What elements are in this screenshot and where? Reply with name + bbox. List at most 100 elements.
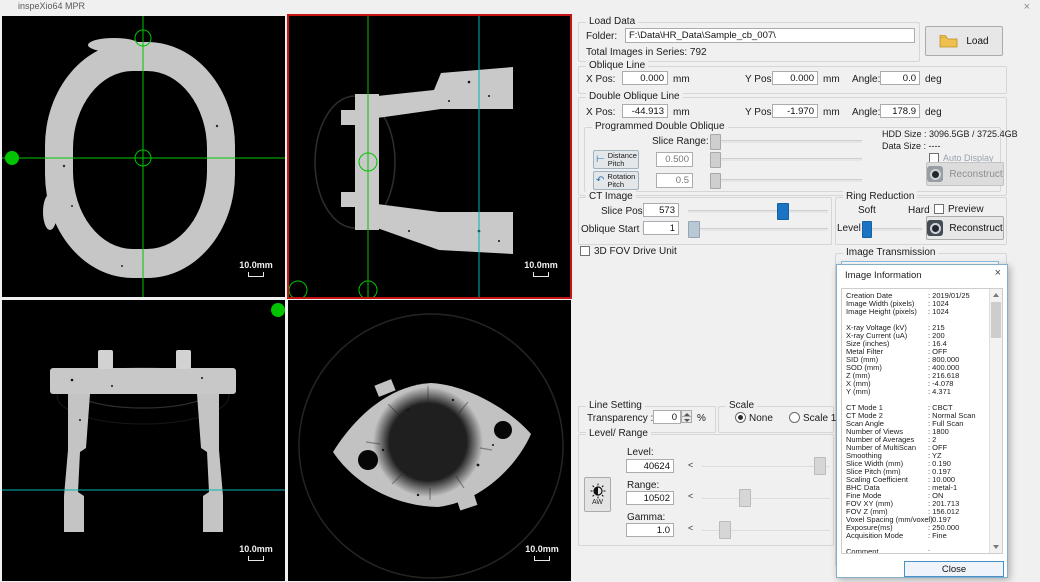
window-close-icon[interactable]: ×	[1024, 1, 1030, 13]
level-decrease-arrow[interactable]: <	[688, 460, 693, 470]
level-range-title: Level/ Range	[586, 428, 651, 439]
oblique-start-pos-slider[interactable]	[688, 228, 828, 231]
crosshair-handle-dot-icon	[271, 303, 285, 317]
oblique-angle-input[interactable]	[880, 71, 920, 85]
scale-none-radio[interactable]	[735, 412, 746, 423]
scrollbar-thumb[interactable]	[991, 302, 1001, 338]
image-transmission-title: Image Transmission	[843, 247, 938, 258]
image-information-dialog-title: Image Information	[845, 270, 922, 281]
slice-pos-label: Slice Pos.:	[601, 206, 648, 217]
range-slider[interactable]	[702, 498, 830, 499]
oblique-start-pos-input[interactable]	[643, 221, 679, 235]
distance-pitch-slider-handle[interactable]	[710, 152, 721, 168]
info-row: Acquisition Mode: Fine	[842, 532, 989, 540]
hdd-size-label: HDD Size : 3096.5GB / 3725.4GB	[882, 129, 1018, 139]
scale-bracket-icon	[248, 272, 264, 277]
contrast-sun-icon	[590, 483, 606, 499]
slice-range-label: Slice Range:	[652, 136, 709, 147]
slice-pos-slider-handle[interactable]	[777, 203, 789, 220]
auto-window-button[interactable]: AW	[584, 477, 611, 512]
transparency-spinner[interactable]	[681, 410, 692, 424]
range-decrease-arrow[interactable]: <	[688, 491, 693, 501]
scale-none-label: None	[749, 413, 773, 424]
window-title: inspeXio64 MPR	[18, 1, 85, 11]
double-oblique-y-unit: mm	[823, 107, 840, 118]
ring-reconstruct-button[interactable]: Reconstruct	[926, 216, 1004, 240]
double-oblique-angle-input[interactable]	[880, 104, 920, 118]
scroll-up-icon[interactable]	[990, 289, 1002, 301]
scroll-down-icon[interactable]	[990, 541, 1002, 553]
info-row: Y (mm): 4.371	[842, 388, 989, 396]
ct-image-group: CT Image	[578, 197, 832, 245]
range-input[interactable]	[626, 491, 674, 505]
ct-slice-axial-image	[2, 16, 285, 297]
double-oblique-x-input[interactable]	[622, 104, 668, 118]
reconstruct-icon	[927, 166, 943, 182]
ct-viewport-bottom-left[interactable]: 10.0mm	[2, 300, 285, 581]
transparency-label: Transparency :	[587, 413, 653, 424]
window-titlebar: inspeXio64 MPR ×	[0, 0, 1040, 14]
rotation-pitch-slider-handle[interactable]	[710, 173, 721, 189]
slice-range-slider-handle[interactable]	[710, 134, 721, 150]
scale-indicator: 10.0mm	[233, 260, 279, 277]
slice-pos-input[interactable]	[643, 203, 679, 217]
level-slider-handle[interactable]	[814, 457, 826, 475]
slice-range-slider[interactable]	[710, 140, 862, 143]
scale-indicator: 10.0mm	[518, 260, 564, 277]
ct-viewport-bottom-right[interactable]: 10.0mm	[288, 300, 571, 581]
folder-icon	[939, 34, 958, 48]
oblique-start-pos-slider-handle[interactable]	[688, 221, 700, 238]
ring-reduction-title: Ring Reduction	[843, 191, 917, 202]
load-button-label: Load	[966, 36, 988, 47]
info-row: Image Height (pixels): 1024	[842, 308, 989, 316]
range-slider-handle[interactable]	[739, 489, 751, 507]
ct-slice-front-image	[289, 16, 570, 297]
line-setting-title: Line Setting	[586, 400, 645, 411]
level-input[interactable]	[626, 459, 674, 473]
gamma-input[interactable]	[626, 523, 674, 537]
preview-checkbox[interactable]	[934, 204, 944, 214]
gamma-decrease-arrow[interactable]: <	[688, 523, 693, 533]
info-row-value: : 1024	[928, 308, 949, 316]
double-oblique-x-unit: mm	[673, 107, 690, 118]
info-row-value: : Fine	[928, 532, 947, 540]
level-slider[interactable]	[702, 466, 830, 467]
level-label: Level:	[627, 447, 654, 458]
oblique-y-input[interactable]	[772, 71, 818, 85]
ct-viewport-top-right-selected[interactable]: 10.0mm	[287, 14, 572, 299]
rotation-pitch-button[interactable]: ↶ Rotation Pitch	[593, 171, 639, 190]
load-button[interactable]: Load	[925, 26, 1003, 56]
slice-pos-slider[interactable]	[688, 210, 828, 213]
folder-path-input[interactable]	[625, 28, 915, 43]
scale-title: Scale	[726, 400, 757, 411]
gamma-slider-handle[interactable]	[719, 521, 731, 539]
scale-bracket-icon	[533, 272, 549, 277]
transparency-input[interactable]	[653, 410, 681, 424]
oblique-x-label: X Pos:	[586, 74, 615, 85]
distance-pitch-button[interactable]: ⊢ Distance Pitch	[593, 150, 639, 169]
programmed-reconstruct-button[interactable]: Reconstruct	[926, 162, 1004, 186]
spinner-down-icon[interactable]	[681, 416, 692, 423]
fov-drive-unit-checkbox[interactable]	[580, 246, 590, 256]
distance-pitch-slider[interactable]	[710, 158, 862, 161]
oblique-x-input[interactable]	[622, 71, 668, 85]
rotation-pitch-slider[interactable]	[710, 179, 862, 182]
dialog-close-icon[interactable]: ×	[995, 267, 1001, 279]
double-oblique-y-input[interactable]	[772, 104, 818, 118]
info-row-label: Image Height (pixels)	[842, 308, 928, 316]
scale-1-radio[interactable]	[789, 412, 800, 423]
programmed-reconstruct-label: Reconstruct	[949, 169, 1002, 180]
reconstruct-icon	[927, 220, 943, 236]
ct-viewport-top-left[interactable]: 10.0mm	[2, 16, 285, 297]
preview-label: Preview	[948, 204, 984, 215]
ct-slice-oblique-image	[288, 300, 571, 581]
ring-level-slider-handle[interactable]	[862, 221, 872, 238]
scrollbar[interactable]	[989, 289, 1002, 553]
info-row: Comment:	[842, 548, 989, 553]
distance-pitch-input[interactable]	[656, 152, 693, 167]
rotation-pitch-button-label: Rotation Pitch	[607, 173, 636, 189]
rotation-pitch-input[interactable]	[656, 173, 693, 188]
distance-pitch-button-label: Distance Pitch	[608, 152, 637, 168]
range-label: Range:	[627, 480, 659, 491]
dialog-close-button[interactable]: Close	[904, 561, 1004, 577]
